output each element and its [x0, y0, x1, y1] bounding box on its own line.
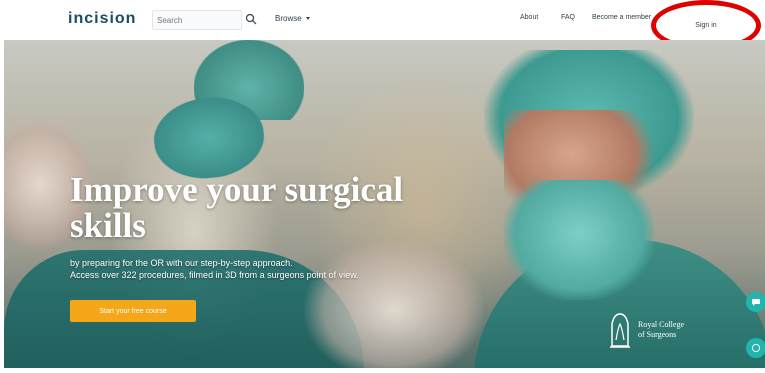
nav-link-about[interactable]: About	[520, 14, 538, 21]
nav-link-become-member[interactable]: Become a member	[592, 14, 651, 21]
hero-title-line-1: Improve your surgical	[70, 170, 404, 209]
royal-college-badge: Royal College of Surgeons	[608, 306, 728, 354]
hero-photo-surgeon-right-mask	[504, 180, 654, 300]
top-navbar: incision Browse About FAQ Become a membe…	[0, 0, 765, 51]
hero-subtitle: by preparing for the OR with our step-by…	[70, 257, 450, 281]
search-icon[interactable]	[245, 13, 257, 25]
incision-logo[interactable]: incision	[68, 10, 136, 28]
chevron-down-icon	[305, 17, 310, 20]
royal-college-line-1: Royal College	[638, 320, 684, 329]
crest-icon	[610, 313, 630, 348]
hero-subtitle-line-2: Access over 322 procedures, filmed in 3D…	[70, 270, 359, 280]
hero-title-line-2: skills	[70, 206, 146, 245]
help-bubble-icon[interactable]	[746, 338, 765, 358]
search-box	[152, 10, 260, 30]
hero-subtitle-line-1: by preparing for the OR with our step-by…	[70, 258, 293, 268]
chat-bubble-glyph	[752, 299, 760, 306]
search-input[interactable]	[152, 10, 242, 30]
signin-link[interactable]: Sign in	[695, 22, 716, 29]
browse-label: Browse	[275, 14, 302, 23]
hero-title: Improve your surgical skills	[70, 172, 450, 244]
start-free-course-button[interactable]: Start your free course	[70, 300, 196, 322]
royal-college-line-2: of Surgeons	[638, 330, 677, 339]
page: incision Browse About FAQ Become a membe…	[0, 0, 765, 373]
nav-link-faq[interactable]: FAQ	[561, 14, 575, 21]
royal-college-text: Royal College of Surgeons	[638, 320, 684, 340]
help-bubble-glyph	[751, 343, 761, 353]
browse-menu[interactable]: Browse	[275, 14, 310, 23]
chat-icon[interactable]	[746, 292, 765, 312]
hero-banner: Improve your surgical skills by preparin…	[4, 40, 765, 368]
